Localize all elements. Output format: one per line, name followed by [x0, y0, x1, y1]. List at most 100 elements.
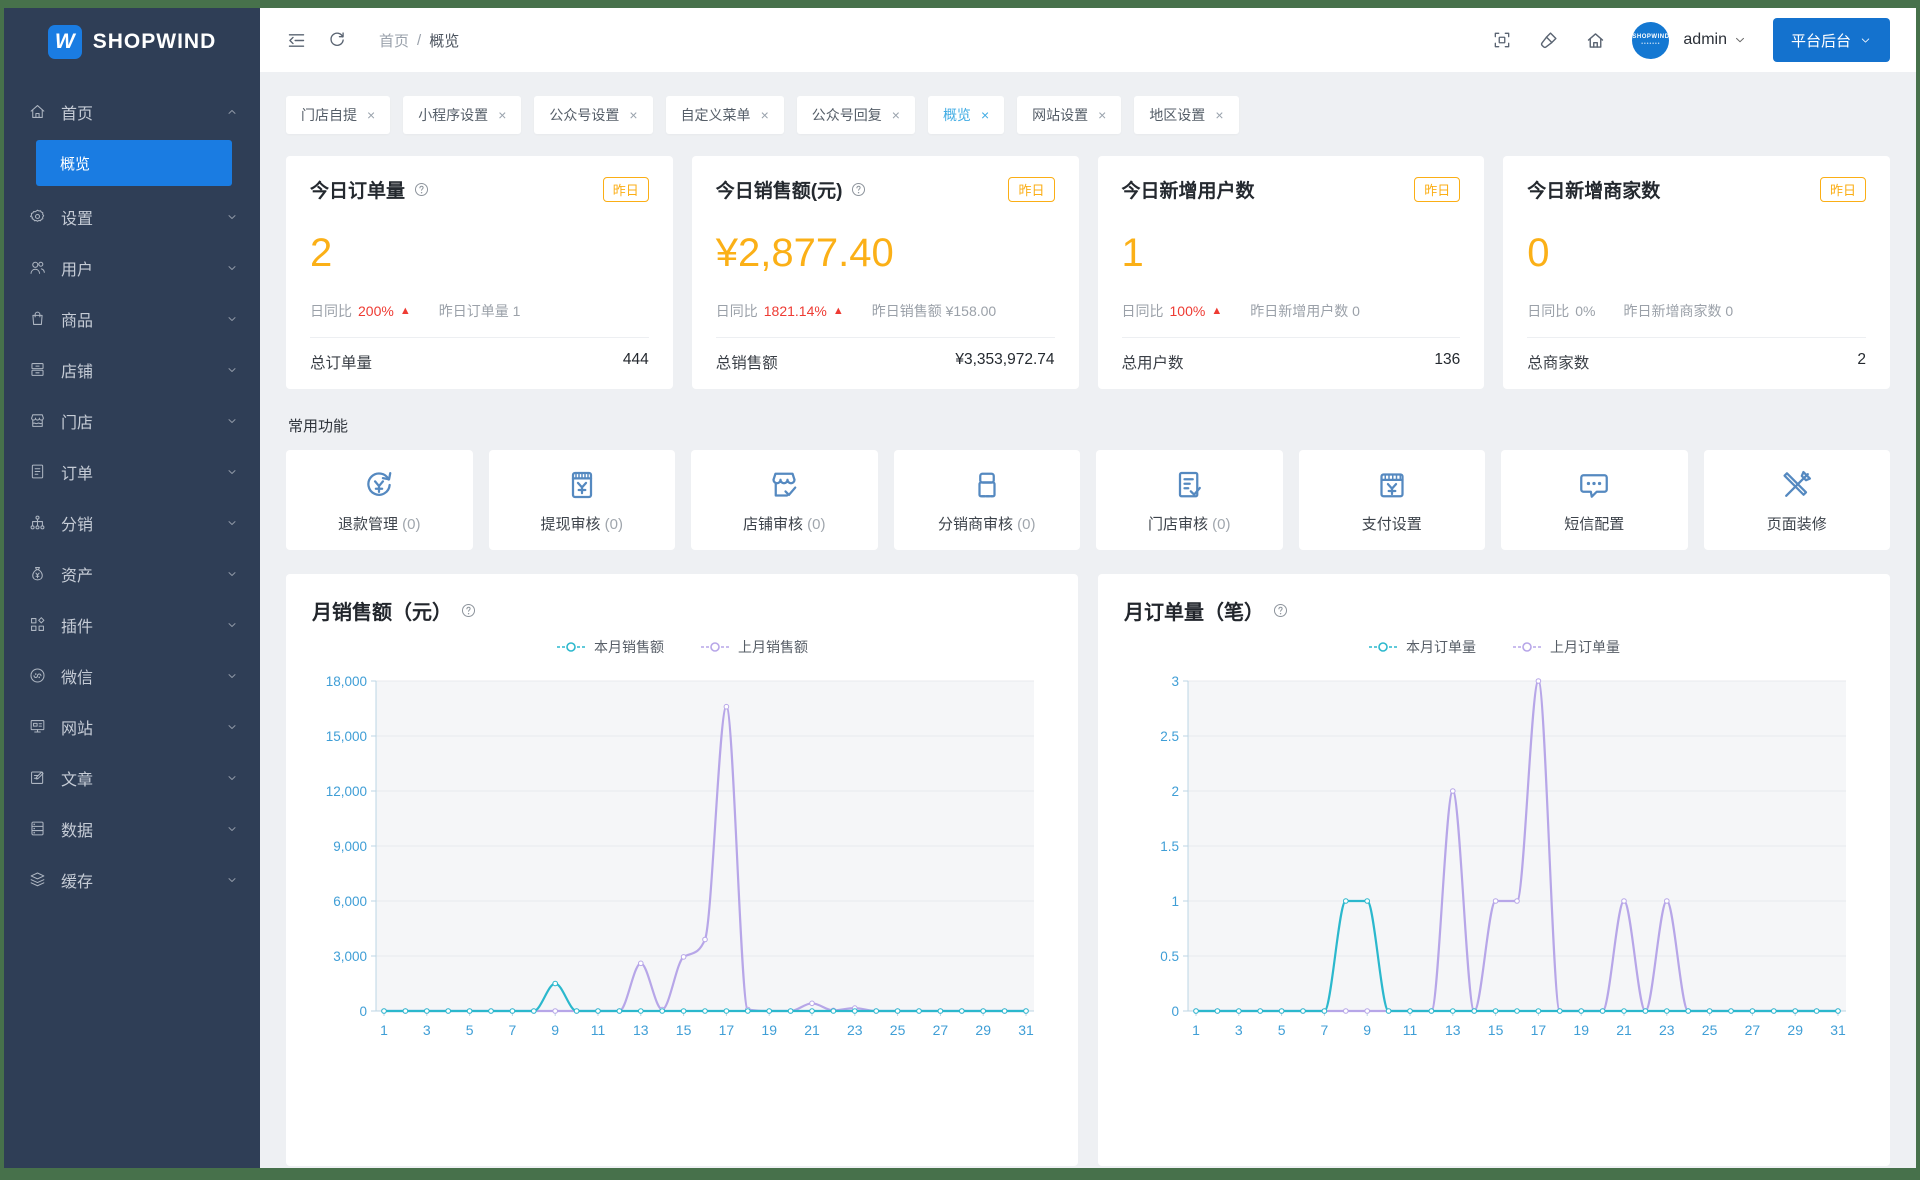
sidebar-item-assets[interactable]: 资产: [4, 548, 260, 599]
svg-text:2: 2: [1171, 784, 1179, 799]
legend-item-2[interactable]: 上月订单量: [1512, 637, 1620, 657]
svg-text:25: 25: [1702, 1022, 1718, 1038]
platform-button[interactable]: 平台后台: [1772, 18, 1890, 62]
close-icon[interactable]: ×: [1215, 107, 1223, 123]
sidebar-item-data[interactable]: 数据: [4, 803, 260, 854]
help-icon[interactable]: [413, 181, 430, 198]
sidebar-item-users[interactable]: 用户: [4, 242, 260, 293]
sidebar-item-label: 分销: [61, 516, 94, 534]
fullscreen-icon[interactable]: [1492, 30, 1512, 50]
sidebar-item-home[interactable]: 首页: [4, 86, 260, 137]
legend-item-1[interactable]: 本月销售额: [556, 637, 664, 657]
legend-label: 本月订单量: [1406, 639, 1476, 655]
quick-function-label: 支付设置: [1361, 515, 1422, 533]
svg-text:12,000: 12,000: [326, 784, 367, 799]
svg-text:1: 1: [380, 1022, 388, 1038]
sidebar-item-articles[interactable]: 文章: [4, 752, 260, 803]
svg-text:15,000: 15,000: [326, 729, 367, 744]
legend-marker-icon: [701, 642, 729, 652]
user-avatar[interactable]: SHOPWIND •••••••: [1632, 21, 1670, 59]
tab-6-active[interactable]: 概览 ×: [927, 96, 1005, 134]
sidebar-item-goods[interactable]: 商品: [4, 293, 260, 344]
close-icon[interactable]: ×: [761, 107, 769, 123]
total-value: ¥3,353,972.74: [955, 351, 1055, 368]
legend-item-1[interactable]: 本月订单量: [1368, 637, 1476, 657]
quick-function-label: 店铺审核 (0): [742, 515, 826, 533]
close-icon[interactable]: ×: [367, 107, 375, 123]
plugin-icon: [28, 615, 48, 635]
svg-text:29: 29: [1787, 1022, 1803, 1038]
chart-title: 月销售额（元）: [312, 602, 452, 624]
sidebar-item-label: 店铺: [61, 363, 94, 381]
sidebar-item-label: 微信: [61, 669, 94, 687]
tab-5[interactable]: 公众号回复 ×: [796, 96, 915, 134]
help-icon[interactable]: [850, 181, 867, 198]
tab-7[interactable]: 网站设置 ×: [1017, 96, 1122, 134]
total-label: 总商家数: [1527, 355, 1590, 372]
tab-2[interactable]: 小程序设置 ×: [403, 96, 522, 134]
compare-label: 日同比: [715, 303, 758, 319]
tab-label: 网站设置: [1032, 107, 1089, 123]
svg-text:0.5: 0.5: [1160, 949, 1179, 964]
legend-item-2[interactable]: 上月销售额: [700, 637, 808, 657]
quick-function-3[interactable]: 店铺审核 (0): [691, 450, 878, 550]
tab-4[interactable]: 自定义菜单 ×: [665, 96, 784, 134]
stat-value: 1: [1121, 231, 1144, 275]
quick-function-5[interactable]: 门店审核 (0): [1096, 450, 1283, 550]
quick-function-8[interactable]: 页面装修: [1703, 450, 1890, 550]
svg-text:29: 29: [975, 1022, 991, 1038]
chevron-down-icon: [226, 364, 238, 376]
bag-icon: [28, 309, 48, 329]
quick-function-4[interactable]: 分销商审核 (0): [893, 450, 1080, 550]
quick-function-1[interactable]: 退款管理 (0): [286, 450, 473, 550]
svg-text:1.5: 1.5: [1160, 839, 1179, 854]
close-icon[interactable]: ×: [981, 107, 989, 123]
sidebar-item-plugins[interactable]: 插件: [4, 599, 260, 650]
breadcrumb-home[interactable]: 首页: [379, 30, 409, 51]
svg-text:19: 19: [761, 1022, 777, 1038]
tab-3[interactable]: 公众号设置 ×: [534, 96, 653, 134]
quick-function-label: 门店审核 (0): [1147, 515, 1231, 533]
quick-function-2[interactable]: 提现审核 (0): [488, 450, 675, 550]
sidebar-item-stores[interactable]: 门店: [4, 395, 260, 446]
sidebar-subitem-overview[interactable]: 概览: [36, 140, 232, 186]
sidebar-item-shop[interactable]: 店铺: [4, 344, 260, 395]
sidebar-item-orders[interactable]: 订单: [4, 446, 260, 497]
menu-fold-icon[interactable]: [286, 30, 307, 51]
refresh-icon[interactable]: [327, 30, 347, 50]
sidebar-item-wechat[interactable]: 微信: [4, 650, 260, 701]
quick-function-6[interactable]: 支付设置: [1298, 450, 1485, 550]
sidebar-item-cache[interactable]: 缓存: [4, 854, 260, 905]
svg-text:6,000: 6,000: [333, 894, 367, 909]
total-label: 总用户数: [1121, 355, 1184, 372]
tab-label: 门店自提: [301, 107, 357, 123]
chevron-down-icon: [226, 772, 238, 784]
chart-card-2: 月订单量（笔） 本月订单量 上月订单量 0 0.5 1 1.5 2 2.5 3 1 3 5 7 9 11…: [1098, 574, 1890, 1166]
sidebar-item-label: 用户: [61, 261, 94, 279]
close-icon[interactable]: ×: [629, 107, 637, 123]
close-icon[interactable]: ×: [1098, 107, 1106, 123]
stat-title: 今日订单量: [310, 181, 406, 202]
sidebar-item-distribution[interactable]: 分销: [4, 497, 260, 548]
svg-text:7: 7: [1321, 1022, 1329, 1038]
legend-marker-icon: [1369, 642, 1397, 652]
home-icon[interactable]: [1585, 30, 1606, 51]
user-menu[interactable]: admin: [1683, 31, 1747, 49]
yesterday-badge: 昨日: [602, 177, 649, 202]
close-icon[interactable]: ×: [498, 107, 506, 123]
chevron-down-icon: [226, 517, 238, 529]
sidebar-item-settings[interactable]: 设置: [4, 191, 260, 242]
chart-legend: 本月订单量 上月订单量: [1124, 637, 1864, 657]
sidebar-item-website[interactable]: 网站: [4, 701, 260, 752]
close-icon[interactable]: ×: [892, 107, 900, 123]
sidebar-item-label: 缓存: [61, 873, 94, 891]
legend-label: 上月销售额: [738, 639, 808, 655]
help-icon[interactable]: [460, 602, 477, 619]
help-icon[interactable]: [1272, 602, 1289, 619]
yesterday-badge: 昨日: [1819, 177, 1866, 202]
tab-1[interactable]: 门店自提 ×: [286, 96, 391, 134]
chevron-down-icon: [1859, 34, 1872, 47]
clear-cache-brush-icon[interactable]: [1538, 30, 1559, 51]
tab-8[interactable]: 地区设置 ×: [1134, 96, 1239, 134]
quick-function-7[interactable]: 短信配置: [1501, 450, 1688, 550]
